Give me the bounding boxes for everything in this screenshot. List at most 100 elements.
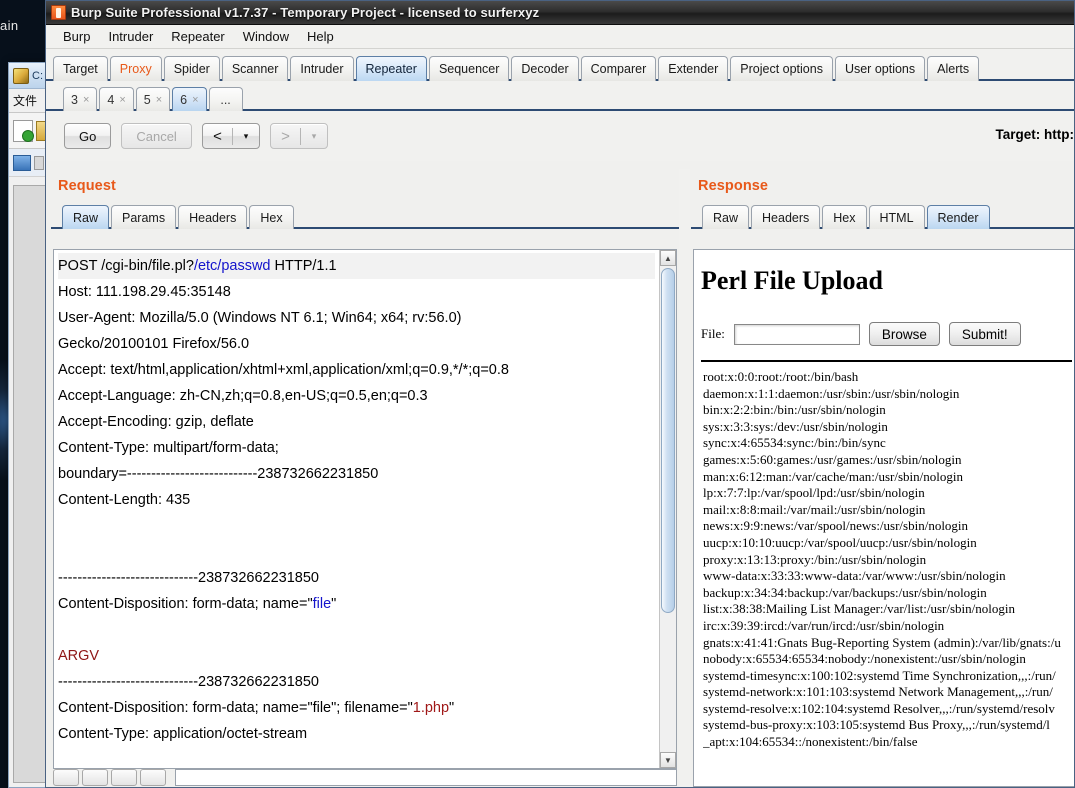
match-case-button[interactable] [111,769,137,786]
response-tab-raw[interactable]: Raw [702,205,749,229]
tab-target[interactable]: Target [53,56,108,81]
request-line-1-proto: HTTP/1.1 [271,258,337,274]
chevron-down-icon[interactable]: ▾ [233,132,259,141]
request-raw-text[interactable]: POST /cgi-bin/file.pl?/etc/passwd HTTP/1… [54,250,659,768]
chevron-down-icon[interactable]: ▾ [301,132,327,141]
request-line-7: Accept-Encoding: gzip, deflate [58,414,254,430]
tab-repeater[interactable]: Repeater [356,56,427,81]
tab-project-options[interactable]: Project options [730,56,833,81]
new-folder-icon[interactable] [13,120,33,142]
response-render-view[interactable]: Perl File Upload File: Browse Submit! ro… [693,249,1074,787]
request-response-panes: Request Raw Params Headers Hex POST /cgi… [46,169,1074,787]
search-options-button[interactable] [140,769,166,786]
file-field-label: File: [701,326,725,342]
tab-decoder[interactable]: Decoder [511,56,578,81]
request-scrollbar[interactable]: ▲ ▼ [659,250,676,768]
file-manager-title: C: [32,70,43,82]
request-line-18-c: " [449,700,454,716]
cancel-button: Cancel [121,123,191,149]
rendered-page: Perl File Upload File: Browse Submit! ro… [694,250,1074,786]
menu-burp[interactable]: Burp [54,26,99,47]
window-titlebar[interactable]: Burp Suite Professional v1.7.37 - Tempor… [46,1,1074,25]
request-line-1-param: /etc/passwd [194,258,271,274]
request-title: Request [51,169,679,194]
go-button[interactable]: Go [64,123,111,149]
request-line-18-a: Content-Disposition: form-data; name="fi… [58,700,413,716]
response-tab-headers[interactable]: Headers [751,205,820,229]
repeater-tab-4-label: 4 [107,93,114,107]
menu-repeater[interactable]: Repeater [162,26,233,47]
close-icon[interactable]: × [192,94,198,106]
search-prev-button[interactable] [53,769,79,786]
request-search-input[interactable] [175,769,677,786]
response-pane: Response Raw Headers Hex HTML Render Per… [691,169,1074,787]
request-search-bar [53,769,677,787]
tab-proxy[interactable]: Proxy [110,56,162,81]
page-heading: Perl File Upload [701,266,1074,296]
horizontal-rule [701,360,1072,362]
scroll-up-icon[interactable]: ▲ [660,250,676,266]
request-line-14-name: file [313,596,332,612]
request-line-3: User-Agent: Mozilla/5.0 (Windows NT 6.1;… [58,310,461,326]
target-label: Target: http: [996,127,1074,142]
tab-comparer[interactable]: Comparer [581,56,657,81]
browse-button[interactable]: Browse [869,322,940,346]
request-line-10: Content-Length: 435 [58,492,190,508]
response-tab-html[interactable]: HTML [869,205,925,229]
screen: ain C: 文件 Burp Suite Professional v1.7.3… [0,0,1075,788]
repeater-tab-6-label: 6 [180,93,187,107]
chevron-left-icon: < [203,128,233,145]
request-tab-raw[interactable]: Raw [62,205,109,229]
submit-button[interactable]: Submit! [949,322,1021,346]
close-icon[interactable]: × [156,94,162,106]
request-tab-headers[interactable]: Headers [178,205,247,229]
menu-help[interactable]: Help [298,26,343,47]
new-tab-label: ... [220,93,230,107]
tab-spider[interactable]: Spider [164,56,220,81]
passwd-file-contents: root:x:0:0:root:/root:/bin/bash daemon:x… [703,369,1074,751]
repeater-tab-6[interactable]: 6 × [172,87,206,111]
repeater-tab-4[interactable]: 4 × [99,87,133,111]
scroll-down-icon[interactable]: ▼ [660,752,676,768]
request-line-9: boundary=---------------------------2387… [58,466,378,482]
tab-extender[interactable]: Extender [658,56,728,81]
response-tab-hex[interactable]: Hex [822,205,866,229]
response-tab-render[interactable]: Render [927,205,990,229]
request-line-17: -----------------------------23873266223… [58,674,319,690]
request-tab-hex[interactable]: Hex [249,205,293,229]
main-tab-bar: Target Proxy Spider Scanner Intruder Rep… [46,49,1074,81]
close-icon[interactable]: × [119,94,125,106]
tab-intruder[interactable]: Intruder [290,56,353,81]
file-input[interactable] [734,324,860,345]
request-editor[interactable]: POST /cgi-bin/file.pl?/etc/passwd HTTP/1… [53,249,677,769]
repeater-tab-5-label: 5 [144,93,151,107]
repeater-new-tab-button[interactable]: ... [209,87,243,111]
pane-splitter[interactable] [679,169,690,787]
request-line-2: Host: 111.198.29.45:35148 [58,284,231,300]
tab-sequencer[interactable]: Sequencer [429,56,509,81]
request-line-18-filename: 1.php [413,700,449,716]
close-icon[interactable]: × [83,94,89,106]
back-button[interactable]: < ▾ [202,123,260,149]
drive-icon [13,155,31,171]
folder-icon [13,68,29,84]
tab-alerts[interactable]: Alerts [927,56,979,81]
response-tab-bar: Raw Headers Hex HTML Render [691,201,1074,229]
request-line-4: Gecko/20100101 Firefox/56.0 [58,336,249,352]
search-next-button[interactable] [82,769,108,786]
repeater-tab-bar: 3 × 4 × 5 × 6 × ... [46,81,1074,111]
request-line-13: -----------------------------23873266223… [58,570,319,586]
repeater-tab-5[interactable]: 5 × [136,87,170,111]
menu-window[interactable]: Window [234,26,298,47]
menubar: Burp Intruder Repeater Window Help [46,25,1074,49]
scrollbar-thumb[interactable] [661,268,675,613]
tab-user-options[interactable]: User options [835,56,925,81]
upload-form: File: Browse Submit! [701,322,1074,346]
desktop-wallpaper-text: ain [0,18,19,33]
menu-intruder[interactable]: Intruder [99,26,162,47]
repeater-tab-3[interactable]: 3 × [63,87,97,111]
tab-scanner[interactable]: Scanner [222,56,289,81]
chevron-right-icon: > [271,128,301,145]
request-line-argv: ARGV [58,648,99,664]
request-tab-params[interactable]: Params [111,205,176,229]
